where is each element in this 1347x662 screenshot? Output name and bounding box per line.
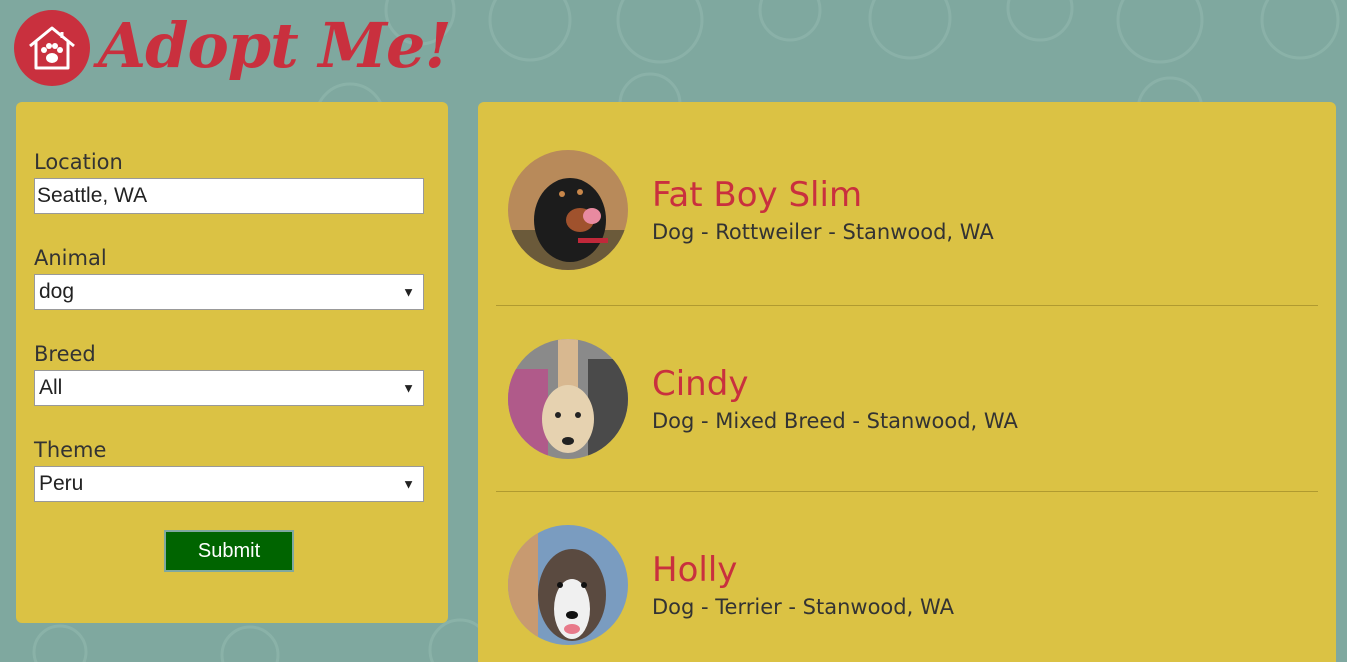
pet-description: Dog - Rottweiler - Stanwood, WA [652,219,994,244]
breed-select-value: All [39,376,63,399]
theme-label: Theme [34,438,107,462]
pet-photo[interactable] [508,525,628,645]
pet-card[interactable]: Fat Boy Slim Dog - Rottweiler - Stanwood… [496,102,1318,306]
breed-field: Breed All ▼ [34,340,424,406]
pet-info: Cindy Dog - Mixed Breed - Stanwood, WA [652,362,1018,436]
submit-wrapper: Submit [34,530,424,572]
submit-button[interactable]: Submit [164,530,294,572]
pet-description: Dog - Mixed Breed - Stanwood, WA [652,408,1018,433]
pet-card[interactable]: Holly Dog - Terrier - Stanwood, WA [496,492,1318,662]
theme-select-value: Peru [39,472,84,495]
animal-select[interactable]: dog ▼ [34,274,424,310]
animal-field: Animal dog ▼ [34,244,424,310]
pet-info: Fat Boy Slim Dog - Rottweiler - Stanwood… [652,173,994,247]
location-field: Location [34,148,424,214]
pet-photo[interactable] [508,338,628,459]
house-paw-icon[interactable] [14,10,90,86]
dropdown-arrow-icon: ▼ [402,380,415,396]
results-list: Fat Boy Slim Dog - Rottweiler - Stanwood… [478,102,1336,662]
search-form: Location Animal dog ▼ Breed All ▼ Theme … [16,102,448,623]
location-label: Location [34,150,123,174]
pet-description: Dog - Terrier - Stanwood, WA [652,595,954,619]
breed-label: Breed [34,342,96,366]
pet-name[interactable]: Fat Boy Slim [652,173,994,217]
breed-select[interactable]: All ▼ [34,370,424,406]
animal-label: Animal [34,246,107,270]
site-logo-text[interactable]: Adopt Me! [98,8,452,84]
theme-field: Theme Peru ▼ [34,436,424,502]
pet-name[interactable]: Cindy [652,362,1018,406]
site-header: Adopt Me! [14,8,452,98]
animal-select-value: dog [39,280,75,303]
dropdown-arrow-icon: ▼ [402,476,415,492]
pet-photo[interactable] [508,149,628,270]
location-input[interactable] [34,178,424,214]
pet-card[interactable]: Cindy Dog - Mixed Breed - Stanwood, WA [496,306,1318,492]
dropdown-arrow-icon: ▼ [402,284,415,300]
pet-name[interactable]: Holly [652,548,954,592]
pet-info: Holly Dog - Terrier - Stanwood, WA [652,548,954,622]
theme-select[interactable]: Peru ▼ [34,466,424,502]
